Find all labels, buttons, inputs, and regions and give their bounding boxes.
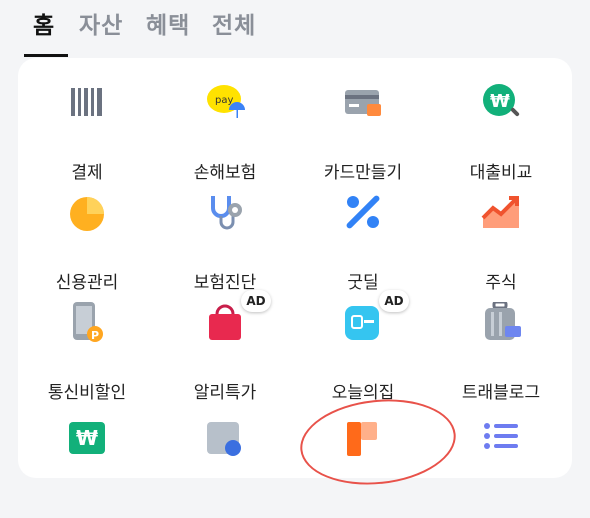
card-icon bbox=[343, 82, 383, 122]
grid-item-loan-compare[interactable]: ₩ 대출비교 bbox=[432, 82, 570, 183]
svg-text:P: P bbox=[91, 329, 99, 342]
svg-text:pay: pay bbox=[215, 95, 233, 106]
credit-gauge-icon bbox=[67, 192, 107, 232]
grid-item-travel-log[interactable]: 트래블로그 bbox=[432, 300, 570, 403]
grid-item-folder[interactable] bbox=[156, 418, 294, 518]
tab-all[interactable]: 전체 bbox=[212, 6, 256, 40]
grid-item-insurance[interactable]: pay 손해보험 bbox=[156, 82, 294, 183]
top-tab-bar: 홈 자산 혜택 전체 bbox=[0, 0, 590, 58]
grid-item-telecom-discount[interactable]: P 통신비할인 bbox=[18, 302, 156, 403]
grid-item-stocks[interactable]: 주식 bbox=[432, 192, 570, 293]
grid-item-label: 신용관리 bbox=[55, 273, 119, 293]
grid-item-label: 카드만들기 bbox=[323, 163, 403, 183]
folder-icon bbox=[205, 418, 245, 458]
suitcase-icon bbox=[481, 300, 521, 342]
grid-item-card-apply[interactable]: 카드만들기 bbox=[294, 82, 432, 183]
home-app-icon: AD bbox=[343, 290, 409, 342]
service-grid: 결제 pay 손해보험 카드만들기 ₩ 대출비교 신용관리 보험진단 굿딜 주식… bbox=[18, 58, 572, 458]
grid-item-credit-manage[interactable]: 신용관리 bbox=[18, 192, 156, 293]
service-grid-card: 결제 pay 손해보험 카드만들기 ₩ 대출비교 신용관리 보험진단 굿딜 주식… bbox=[18, 58, 572, 478]
grid-item-label: 굿딜 bbox=[347, 273, 379, 293]
ad-badge: AD bbox=[241, 290, 271, 312]
won-card-icon: ₩ bbox=[67, 418, 107, 458]
grid-item-payment[interactable]: 결제 bbox=[18, 82, 156, 183]
tab-assets[interactable]: 자산 bbox=[79, 6, 123, 40]
grid-item-label: 결제 bbox=[71, 163, 103, 183]
grid-item-ali-deal[interactable]: AD 알리특가 bbox=[156, 290, 294, 403]
percent-icon bbox=[343, 192, 383, 232]
grid-item-label: 오늘의집 bbox=[331, 383, 395, 403]
pay-umbrella-icon: pay bbox=[205, 82, 245, 122]
grid-item-label: 알리특가 bbox=[193, 383, 257, 403]
phone-discount-icon: P bbox=[67, 302, 107, 342]
barcode-icon bbox=[67, 82, 107, 122]
grid-item-label: 트래블로그 bbox=[461, 383, 541, 403]
grid-item-won-card[interactable]: ₩ bbox=[18, 418, 156, 518]
grid-item-todays-house[interactable]: AD 오늘의집 bbox=[294, 290, 432, 403]
stock-chart-icon bbox=[481, 192, 521, 232]
grid-item-label: 대출비교 bbox=[469, 163, 533, 183]
grid-item-label: 손해보험 bbox=[193, 163, 257, 183]
tab-home[interactable]: 홈 bbox=[33, 6, 55, 40]
grid-item-label: 주식 bbox=[485, 273, 517, 293]
ad-badge: AD bbox=[379, 290, 409, 312]
tab-benefits[interactable]: 혜택 bbox=[146, 6, 190, 40]
active-tab-indicator bbox=[24, 54, 68, 57]
grid-item-good-deal[interactable]: 굿딜 bbox=[294, 192, 432, 293]
won-search-icon: ₩ bbox=[481, 82, 521, 122]
grid-item-label: 보험진단 bbox=[193, 273, 257, 293]
list-icon bbox=[481, 418, 521, 458]
shopping-bag-icon: AD bbox=[205, 290, 271, 342]
grid-item-insurance-check[interactable]: 보험진단 bbox=[156, 192, 294, 293]
svg-text:₩: ₩ bbox=[490, 91, 510, 112]
svg-text:₩: ₩ bbox=[76, 426, 98, 450]
stethoscope-icon bbox=[205, 192, 245, 232]
grid-item-label: 통신비할인 bbox=[47, 383, 127, 403]
